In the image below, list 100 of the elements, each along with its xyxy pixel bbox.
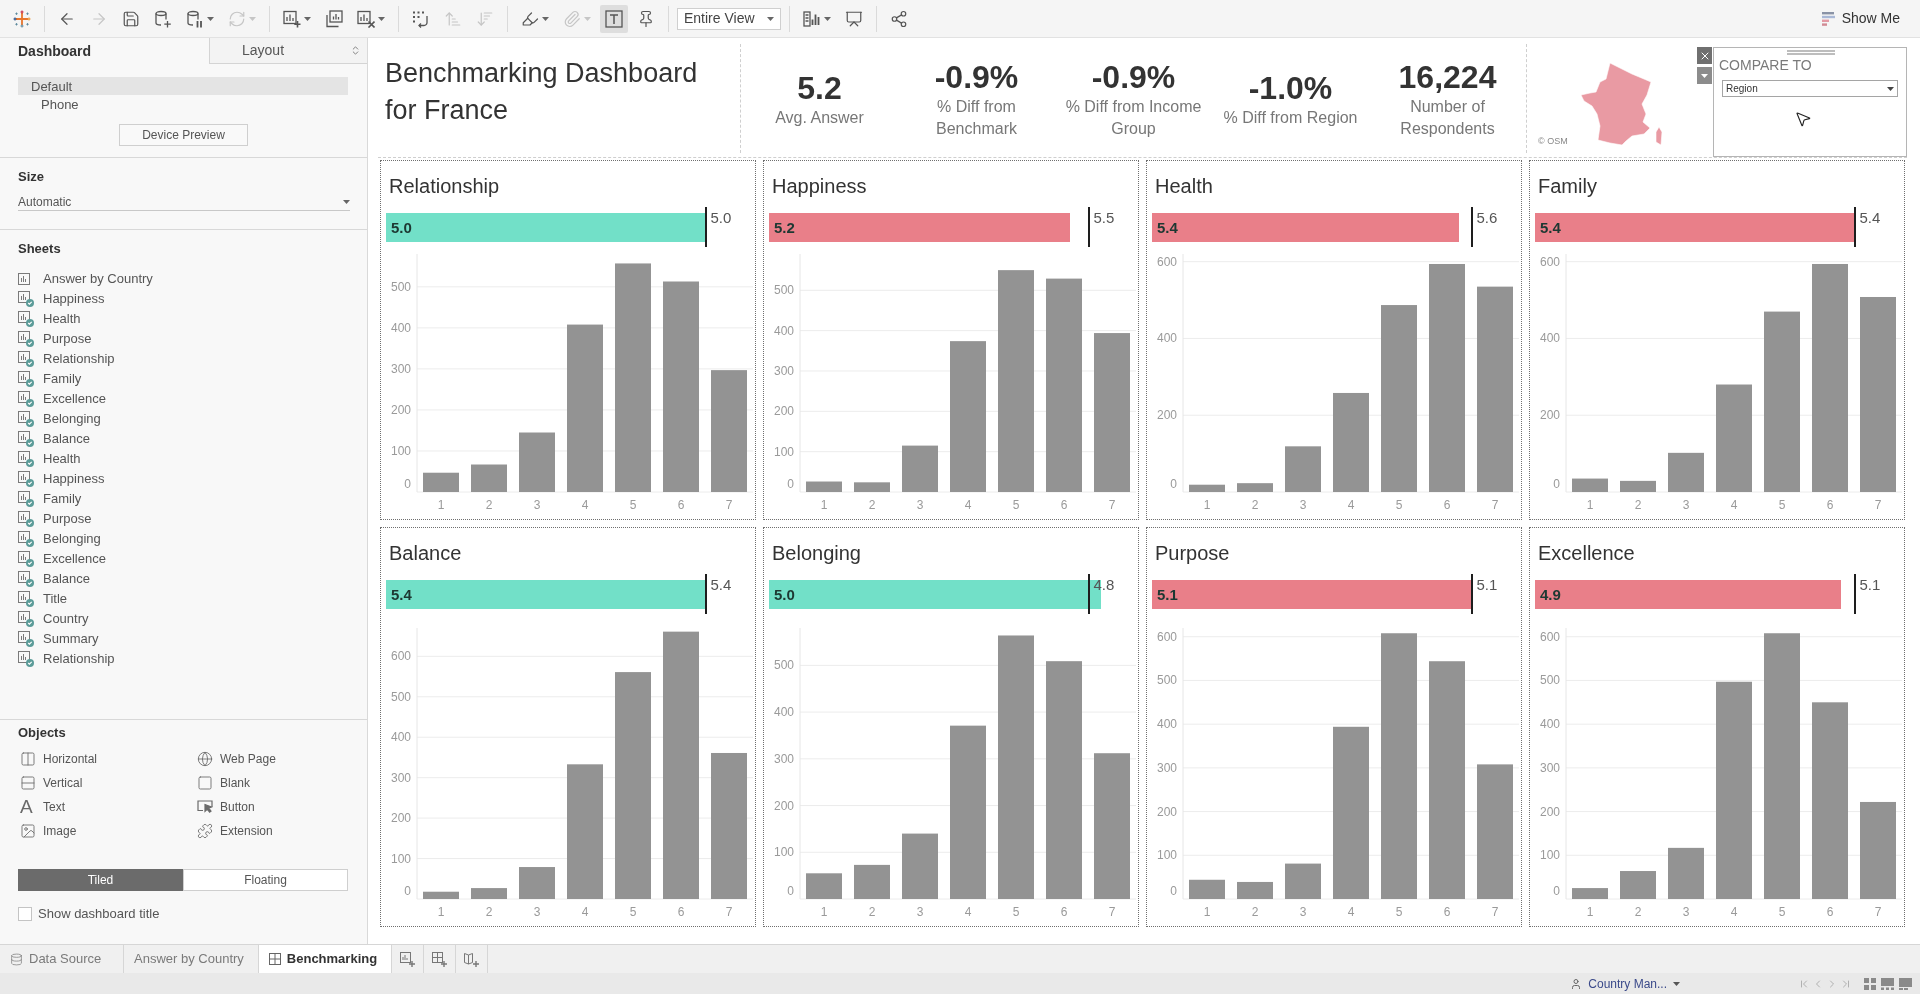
object-item[interactable]: Image [18, 819, 77, 843]
x-axis-label: 2 [1634, 498, 1642, 512]
object-item[interactable]: Horizontal [18, 747, 98, 771]
bar[interactable] [806, 481, 842, 492]
panel-title: Purpose [1154, 541, 1231, 565]
grid-plus-icon [432, 951, 448, 967]
panel-title: Relationship [388, 174, 501, 198]
sheet-item[interactable]: Health [18, 449, 81, 469]
benchmark-line [1470, 207, 1473, 247]
x-axis-label: 3 [916, 905, 924, 919]
sheet-item[interactable]: Summary [18, 629, 99, 649]
bar[interactable] [1620, 480, 1656, 492]
view-dropdown[interactable]: Entire View [677, 7, 781, 30]
bar[interactable] [1572, 478, 1608, 492]
close-button[interactable] [1697, 47, 1712, 64]
labels-button[interactable] [600, 4, 628, 33]
sheet-item[interactable]: Excellence [18, 549, 106, 569]
bar[interactable] [1668, 452, 1704, 492]
bar[interactable] [1237, 881, 1273, 899]
grid-view-icon[interactable] [1864, 977, 1876, 990]
device-preview-button[interactable]: Device Preview [119, 124, 248, 146]
benchmark-value: 5.1 [1476, 576, 1498, 594]
device-item[interactable]: Phone [18, 95, 348, 113]
bar[interactable] [471, 464, 507, 492]
sheet-item[interactable]: Country [18, 609, 89, 629]
object-item[interactable]: Web Page [195, 747, 276, 771]
sheet-item[interactable]: Health [18, 309, 81, 329]
sheet-item[interactable]: Balance [18, 569, 90, 589]
object-item[interactable]: A Text [18, 795, 65, 819]
tab-strip-icon[interactable] [1899, 977, 1912, 990]
sheet-item[interactable]: Purpose [18, 329, 92, 349]
x-axis-label: 7 [1874, 905, 1882, 919]
sidebar-tab[interactable]: Dashboard [0, 38, 209, 64]
x-axis-label: 1 [1586, 498, 1594, 512]
bar[interactable] [854, 864, 890, 899]
sheet-item[interactable]: Family [18, 369, 82, 389]
bar[interactable] [1237, 483, 1273, 492]
sheet-item[interactable]: Relationship [18, 349, 115, 369]
bar[interactable] [854, 482, 890, 492]
x-axis-label: 5 [1778, 498, 1786, 512]
sheet-item[interactable]: Relationship [18, 649, 115, 669]
benchmark-value: 5.4 [710, 576, 732, 594]
columns-icon [20, 751, 36, 767]
sheet-item[interactable]: Answer by Country [18, 269, 153, 289]
y-axis-label: 200 [773, 798, 794, 813]
sort-ascending-icon [444, 9, 462, 28]
sheet-item[interactable]: Purpose [18, 509, 92, 529]
y-axis-label: 600 [1156, 254, 1177, 269]
filmstrip-icon[interactable] [1881, 977, 1894, 990]
sheet-item[interactable]: Belonging [18, 529, 101, 549]
score-value: 5.4 [1157, 219, 1178, 237]
bar[interactable] [1189, 879, 1225, 899]
layout-mode-toggle[interactable]: Tiled [18, 869, 183, 891]
layout-mode-toggle[interactable]: Floating [183, 869, 348, 891]
menu-button[interactable] [1697, 67, 1712, 84]
pin-icon [637, 9, 655, 28]
bar[interactable] [902, 445, 938, 492]
first-page-icon[interactable] [1798, 977, 1810, 990]
cross-logo-icon [13, 9, 31, 28]
benchmark-line [704, 207, 707, 247]
size-dropdown[interactable]: Automatic [18, 193, 350, 211]
score-value: 5.2 [774, 219, 795, 237]
bar[interactable] [806, 873, 842, 899]
user-menu[interactable]: Country Man... [1570, 974, 1680, 993]
bar[interactable] [423, 472, 459, 492]
device-item[interactable]: Default [18, 77, 348, 95]
sheet-tab[interactable]: Benchmarking [258, 945, 393, 973]
x-axis-label: 4 [1730, 905, 1738, 919]
last-page-icon[interactable] [1840, 977, 1852, 990]
sheet-item[interactable]: Belonging [18, 409, 101, 429]
object-item[interactable]: Extension [195, 819, 273, 843]
object-item[interactable]: Vertical [18, 771, 83, 795]
show-me-button[interactable]: Show Me [1815, 4, 1906, 33]
sheet-item[interactable]: Excellence [18, 389, 106, 409]
bar[interactable] [1285, 863, 1321, 899]
compare-dropdown[interactable]: Region [1722, 80, 1898, 97]
object-item[interactable]: Blank [195, 771, 251, 795]
checkbox[interactable] [18, 907, 32, 921]
sidebar-tab[interactable]: Layout [209, 38, 367, 64]
caret-icon [249, 16, 256, 21]
panel-title: Health [1154, 174, 1214, 198]
person-icon [1570, 977, 1583, 990]
object-item[interactable]: Button [195, 795, 255, 819]
sheet-item[interactable]: Family [18, 489, 82, 509]
bar[interactable] [423, 891, 459, 899]
sheet-item[interactable]: Title [18, 589, 68, 609]
y-axis-label: 500 [1156, 673, 1177, 688]
y-axis-label: 0 [787, 477, 794, 491]
chart-plus-icon [400, 951, 416, 967]
sheet-item[interactable]: Happiness [18, 289, 105, 309]
y-axis-label: 500 [773, 658, 794, 673]
x-axis-label: 6 [1060, 498, 1068, 512]
text-box-icon [605, 9, 623, 28]
bar[interactable] [1285, 446, 1321, 492]
x-axis-label: 1 [437, 905, 445, 919]
bar[interactable] [1189, 484, 1225, 492]
chart-x-icon [357, 9, 375, 28]
sheet-item[interactable]: Happiness [18, 469, 105, 489]
sheet-item[interactable]: Balance [18, 429, 90, 449]
y-axis-label: 0 [1170, 477, 1177, 491]
